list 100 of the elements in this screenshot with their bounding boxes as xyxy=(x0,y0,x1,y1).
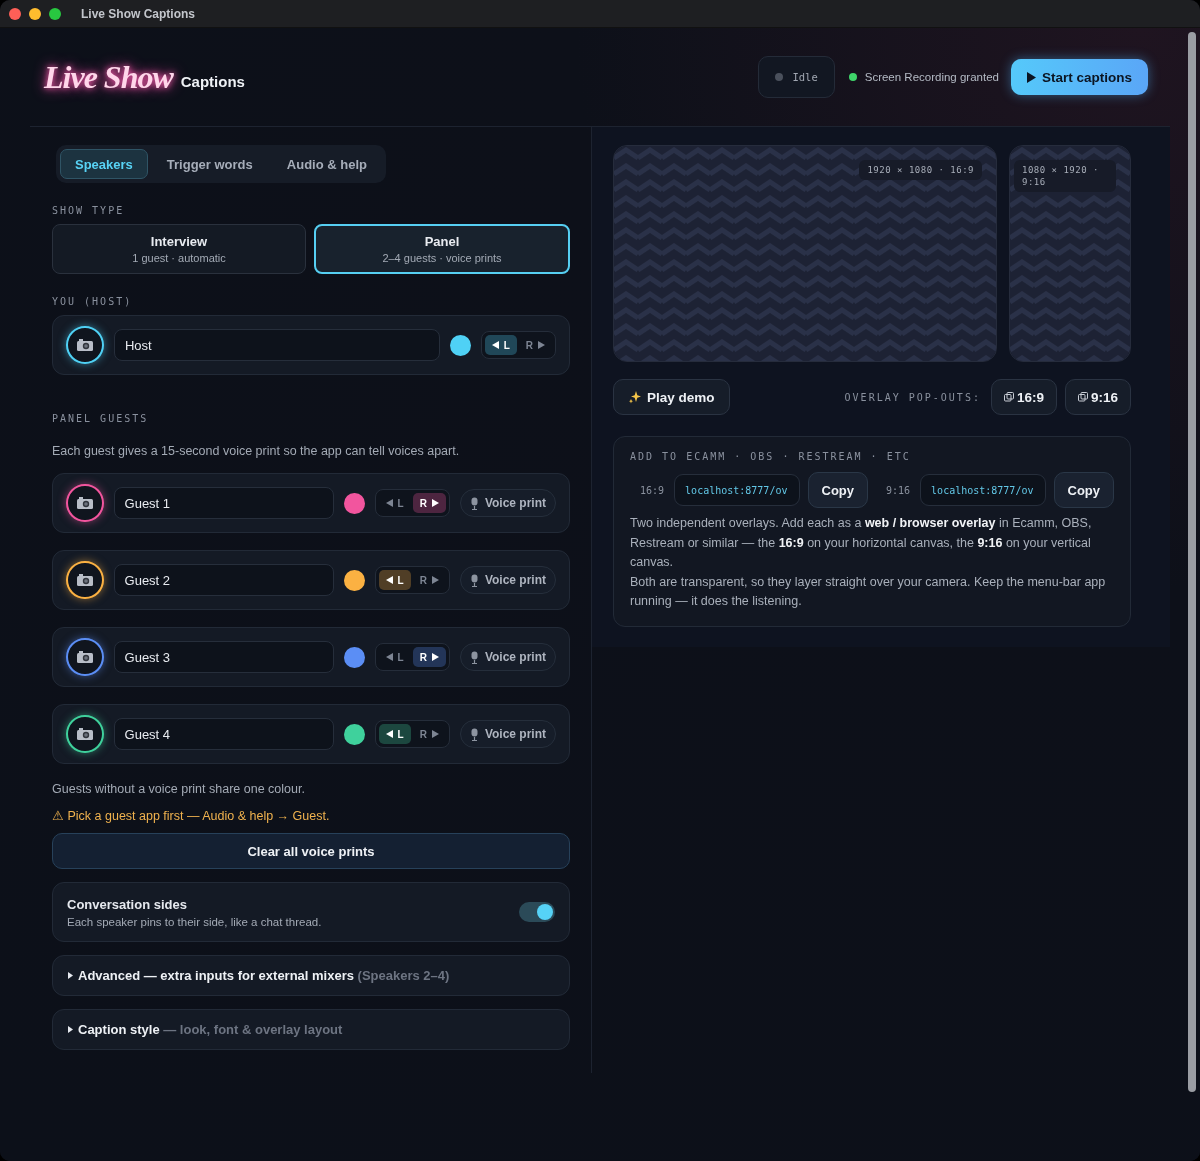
arrow-right-icon xyxy=(431,499,439,507)
section-label: YOU (HOST) xyxy=(52,296,134,307)
section-label: ADD TO ECAMM · OBS · RESTREAM · ETC xyxy=(630,451,912,462)
side-label: R xyxy=(419,497,427,509)
help-text: Two independent overlays. Add each as a web / browser overlay in Ecamm, OBS, Restream or similar — the 16:9 on your horizontal canvas, the 9:16 on your vertical canvas. xyxy=(630,515,1093,571)
caret-right-icon xyxy=(68,1026,73,1033)
arrow-right-icon xyxy=(538,341,545,349)
color-dot[interactable] xyxy=(343,569,365,591)
show-type-option[interactable]: Interview 1 guest · automatic xyxy=(52,224,306,274)
zoom-window-button[interactable] xyxy=(49,7,61,20)
voice-print-button[interactable]: Voice print xyxy=(459,566,556,594)
copy-button[interactable]: Copy xyxy=(807,472,868,508)
arrow-right-icon xyxy=(431,576,439,584)
name-field[interactable]: Guest 4 xyxy=(113,718,334,750)
side-label: L xyxy=(397,651,404,663)
microphone-icon xyxy=(469,496,479,510)
pop-out-button[interactable]: 9:16 xyxy=(1064,379,1131,415)
side-button[interactable]: R xyxy=(518,335,552,355)
permission-label: Screen Recording granted xyxy=(864,71,999,83)
section-title: Advanced — extra inputs for external mixers (Speakers 2–4) xyxy=(78,968,450,983)
side-button[interactable]: L xyxy=(378,570,411,590)
side-label: L xyxy=(503,339,510,351)
arrow-left-icon xyxy=(385,730,393,738)
side-button[interactable]: R xyxy=(412,647,446,667)
side-button[interactable]: L xyxy=(378,493,411,513)
tab[interactable]: Trigger words xyxy=(151,149,268,179)
arrow-right-icon xyxy=(431,730,439,738)
arrow-left-icon xyxy=(385,653,393,661)
option-subtitle: 1 guest · automatic xyxy=(132,252,226,264)
resolution-label: 1920 × 1080 · 16:9 xyxy=(859,160,982,180)
microphone-icon xyxy=(469,573,479,587)
option-title: Interview xyxy=(150,234,208,249)
name-field[interactable]: Guest 3 xyxy=(113,641,334,673)
collapsible-section[interactable]: Advanced — extra inputs for external mixers (Speakers 2–4) xyxy=(52,955,570,996)
sparkle-icon xyxy=(628,390,642,404)
color-dot[interactable] xyxy=(343,646,365,668)
status-dot xyxy=(775,73,784,81)
close-window-button[interactable] xyxy=(9,7,21,20)
microphone-icon xyxy=(469,650,479,664)
name-field[interactable]: Guest 1 xyxy=(113,487,334,519)
resolution-label: 1080 × 1920 · 9:16 xyxy=(1014,160,1116,192)
side-button[interactable]: R xyxy=(412,493,446,513)
note: Guests without a voice print share one colour. xyxy=(52,782,306,796)
option-title: Panel xyxy=(424,234,460,249)
arrow-left-icon xyxy=(385,499,393,507)
tab[interactable]: Audio & help xyxy=(271,149,382,179)
copy-button[interactable]: Copy xyxy=(1053,472,1114,508)
clear-voice-prints-button[interactable]: Clear all voice prints xyxy=(52,833,570,869)
start-captions-button[interactable]: Start captions xyxy=(1010,59,1148,95)
color-dot[interactable] xyxy=(343,723,365,745)
side-label: R xyxy=(419,651,427,663)
collapsible-section[interactable]: Caption style — look, font & overlay layout xyxy=(52,1009,570,1050)
side-label: R xyxy=(419,728,427,740)
show-type-option[interactable]: Panel 2–4 guests · voice prints xyxy=(314,224,570,274)
side-button[interactable]: L xyxy=(378,724,411,744)
side-label: R xyxy=(419,574,427,586)
description: Each guest gives a 15-second voice print so the app can tell voices apart. xyxy=(52,444,461,458)
pop-outs-label: OVERLAY POP-OUTS: xyxy=(844,391,981,403)
voice-print-button[interactable]: Voice print xyxy=(459,720,556,748)
color-dot[interactable] xyxy=(449,334,471,356)
side-label: L xyxy=(397,574,404,586)
side-button[interactable]: L xyxy=(378,647,411,667)
toggle-switch[interactable] xyxy=(519,902,555,922)
side-button[interactable]: R xyxy=(412,570,446,590)
camera-icon xyxy=(75,650,94,664)
logo-text: Captions xyxy=(180,72,245,90)
camera-icon xyxy=(75,496,94,510)
section-label: SHOW TYPE xyxy=(52,205,126,216)
logo-script: Live Show xyxy=(44,58,173,96)
minimize-window-button[interactable] xyxy=(29,7,41,20)
status-label: Idle xyxy=(792,71,818,83)
tab[interactable]: Speakers xyxy=(60,149,148,179)
window-title: Live Show Captions xyxy=(81,6,195,21)
camera-icon xyxy=(75,573,94,587)
play-demo-button[interactable]: Play demo xyxy=(613,379,730,415)
side-button[interactable]: R xyxy=(412,724,446,744)
voice-print-button[interactable]: Voice print xyxy=(459,643,556,671)
url-field[interactable]: localhost:8777/ov xyxy=(674,474,800,506)
section-title: Caption style — look, font & overlay layout xyxy=(78,1022,343,1037)
side-button[interactable]: L xyxy=(484,335,517,355)
scrollbar[interactable] xyxy=(1188,32,1196,1092)
pop-out-button[interactable]: 16:9 xyxy=(990,379,1057,415)
color-dot[interactable] xyxy=(343,492,365,514)
section-label: PANEL GUESTS xyxy=(52,413,150,424)
name-field[interactable]: Host xyxy=(113,329,440,361)
setting-title: Conversation sides xyxy=(67,896,188,912)
side-label: L xyxy=(397,497,404,509)
side-label: L xyxy=(397,728,404,740)
microphone-icon xyxy=(469,727,479,741)
voice-print-button[interactable]: Voice print xyxy=(459,489,556,517)
play-icon xyxy=(1026,71,1036,83)
setting-description: Each speaker pins to their side, like a chat thread. xyxy=(67,915,322,928)
help-text: Both are transparent, so they layer straight over your camera. Keep the menu-bar app running — it does the listening. xyxy=(630,573,1107,610)
warning-text: ⚠ Pick a guest app first — Audio & help → Guest. xyxy=(52,808,331,823)
side-label: R xyxy=(525,339,533,351)
ratio-label: 16:9 xyxy=(640,484,665,496)
arrow-right-icon xyxy=(431,653,439,661)
arrow-left-icon xyxy=(491,341,499,349)
url-field[interactable]: localhost:8777/ov xyxy=(920,474,1046,506)
name-field[interactable]: Guest 2 xyxy=(113,564,334,596)
